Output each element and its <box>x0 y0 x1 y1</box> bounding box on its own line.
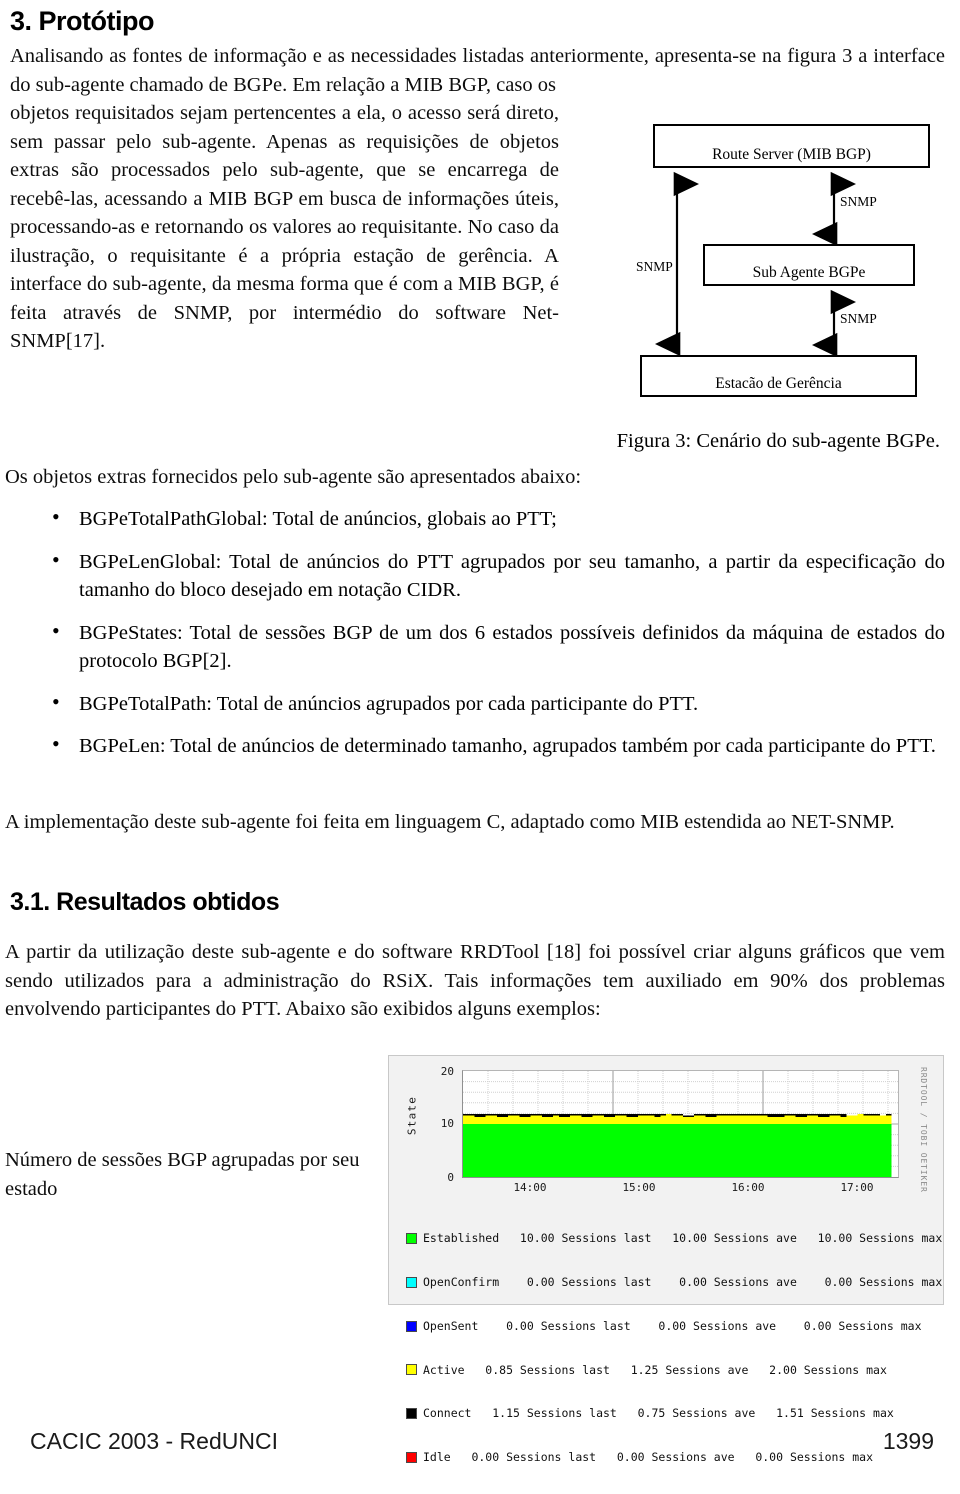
diagram-box-sub-agent: Sub Agente BGPe <box>703 244 915 286</box>
diagram-arrow-label-left: SNMP <box>636 259 673 274</box>
legend-swatch-openconfirm <box>406 1276 417 1288</box>
chart-plot <box>462 1070 899 1178</box>
list-item: BGPeLen: Total de anúncios de determinad… <box>48 730 945 761</box>
footer-page-number: 1399 <box>882 1428 934 1454</box>
list-item: BGPeTotalPath: Total de anúncios agrupad… <box>48 688 945 719</box>
legend-row: OpenConfirm 0.00 Sessions last 0.00 Sess… <box>406 1275 942 1290</box>
figure3-diagram: Route Server (MIB BGP) Sub Agente BGPe E… <box>600 112 950 417</box>
legend-row: Established 10.00 Sessions last 10.00 Se… <box>406 1231 942 1246</box>
legend-row: Connect 1.15 Sessions last 0.75 Sessions… <box>406 1406 942 1421</box>
diagram-arrow-label-top-right: SNMP <box>840 194 877 209</box>
list-item: BGPeStates: Total de sessões BGP de um d… <box>48 617 945 676</box>
footer-conference: CACIC 2003 - RedUNCI <box>30 1428 278 1454</box>
legend-swatch-established <box>406 1232 417 1244</box>
results-paragraph: A partir da utilização deste sub-agente … <box>5 941 945 1020</box>
chart-series-svg <box>463 1071 898 1177</box>
diagram-box-route-server: Route Server (MIB BGP) <box>653 124 930 168</box>
objects-bullet-list: BGPeTotalPathGlobal: Total de anúncios, … <box>48 503 945 775</box>
list-item: BGPeLenGlobal: Total de anúncios do PTT … <box>48 546 945 605</box>
legend-row: Active 0.85 Sessions last 1.25 Sessions … <box>406 1363 942 1378</box>
section-heading-prototipo: 3. Protótipo <box>10 6 155 36</box>
intro-paragraph: Analisando as fontes de informação e as … <box>10 45 945 96</box>
rrdtool-graph-inner: State 20 10 0 14:00 15:00 16:00 17:00 RR… <box>392 1059 942 1464</box>
legend-text: OpenConfirm 0.00 Sessions last 0.00 Sess… <box>423 1274 943 1289</box>
list-item: BGPeTotalPathGlobal: Total de anúncios, … <box>48 503 945 534</box>
diagram-box-management-station: Estacão de Gerência <box>640 355 917 397</box>
implementation-paragraph: A implementação deste sub-agente foi fei… <box>5 811 895 833</box>
diagram-box-management-station-label: Estacão de Gerência <box>715 375 842 392</box>
left-column-paragraph: objetos requisitados sejam pertencentes … <box>10 102 559 352</box>
chart-y-axis-label: State <box>405 1095 419 1136</box>
legend-text: Idle 0.00 Sessions last 0.00 Sessions av… <box>423 1450 874 1465</box>
chart-x-tick-2: 15:00 <box>622 1181 656 1194</box>
legend-row: Idle 0.00 Sessions last 0.00 Sessions av… <box>406 1450 942 1465</box>
rrdtool-graph: State 20 10 0 14:00 15:00 16:00 17:00 RR… <box>388 1055 944 1464</box>
graph-caption-left: Número de sessões BGP agrupadas por seu … <box>5 1149 360 1200</box>
objects-intro-paragraph: Os objetos extras fornecidos pelo sub-ag… <box>5 466 582 488</box>
legend-text: Active 0.85 Sessions last 1.25 Sessions … <box>423 1362 887 1377</box>
chart-legend: Established 10.00 Sessions last 10.00 Se… <box>406 1202 942 1494</box>
chart-y-tick-0: 0 <box>447 1171 454 1184</box>
chart-x-tick-1: 14:00 <box>513 1181 547 1194</box>
document-page: 3. Protótipo Analisando as fontes de inf… <box>0 0 960 1475</box>
legend-row: OpenSent 0.00 Sessions last 0.00 Session… <box>406 1319 942 1334</box>
legend-swatch-opensent <box>406 1320 417 1332</box>
diagram-box-route-server-label: Route Server (MIB BGP) <box>712 146 871 163</box>
legend-text: Established 10.00 Sessions last 10.00 Se… <box>423 1231 943 1246</box>
chart-plot-area-wrapper: State 20 10 0 14:00 15:00 16:00 17:00 RR… <box>392 1059 948 1199</box>
chart-x-tick-4: 17:00 <box>840 1181 874 1194</box>
chart-stacked-areas <box>463 1113 892 1177</box>
chart-y-tick-20: 20 <box>440 1065 454 1078</box>
legend-text: OpenSent 0.00 Sessions last 0.00 Session… <box>423 1318 922 1333</box>
legend-swatch-active <box>406 1364 417 1376</box>
legend-text: Connect 1.15 Sessions last 0.75 Sessions… <box>423 1406 894 1421</box>
diagram-arrow-label-bottom-right: SNMP <box>840 311 877 326</box>
legend-swatch-idle <box>406 1451 417 1463</box>
chart-x-tick-3: 16:00 <box>731 1181 765 1194</box>
chart-y-tick-10: 10 <box>440 1117 454 1130</box>
legend-swatch-connect <box>406 1408 417 1420</box>
subsection-heading-resultados: 3.1. Resultados obtidos <box>10 888 280 916</box>
figure3-caption: Figura 3: Cenário do sub-agente BGPe. <box>616 430 940 452</box>
diagram-box-sub-agent-label: Sub Agente BGPe <box>752 264 866 281</box>
rrdtool-watermark: RRDTOOL / TOBI OETIKER <box>919 1067 928 1193</box>
